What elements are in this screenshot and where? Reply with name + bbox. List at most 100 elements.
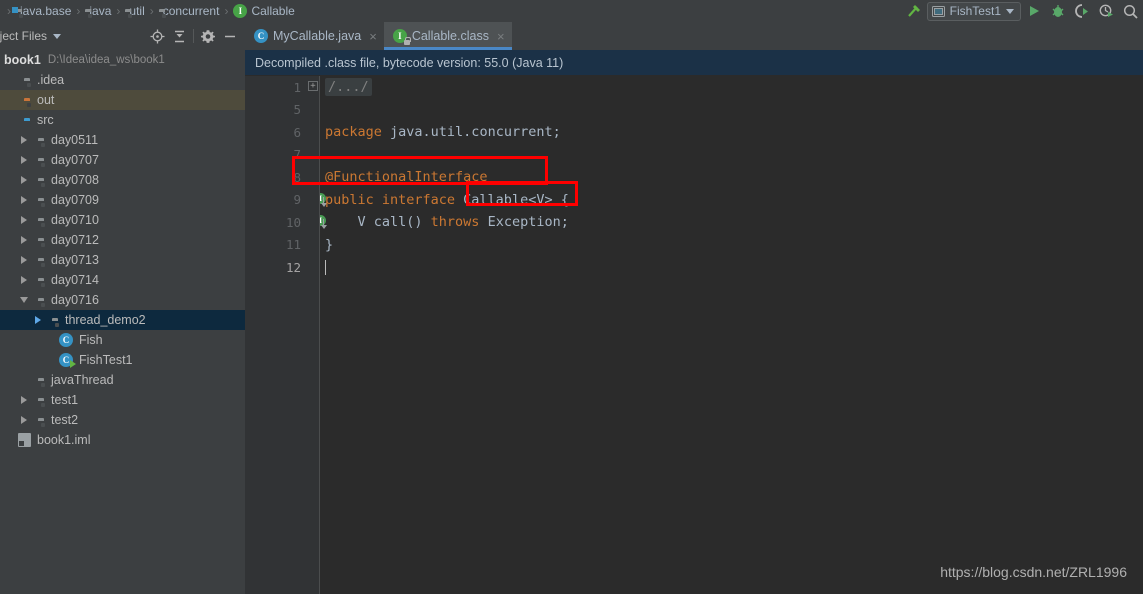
tree-row-day0707[interactable]: day0707 (0, 150, 245, 170)
expand-arrow-icon[interactable] (18, 150, 30, 170)
line-number: 5 (293, 102, 301, 118)
select-opened-file-icon[interactable] (146, 25, 168, 47)
tab-mycallable-java[interactable]: C MyCallable.java × (245, 22, 384, 50)
collapse-all-icon[interactable] (168, 25, 190, 47)
tree-item-label: book1.iml (37, 433, 91, 447)
run-with-coverage-icon[interactable] (1071, 1, 1093, 21)
expand-arrow-icon[interactable] (18, 210, 30, 230)
expand-arrow-icon[interactable] (18, 250, 30, 270)
gutter-line: 9I (245, 189, 327, 212)
project-panel-header: oject Files (0, 22, 245, 50)
tree-item-label: out (37, 93, 55, 107)
tree-row-thread-demo2[interactable]: thread_demo2 (0, 310, 245, 330)
tree-row-project-root[interactable]: book1 D:\Idea\idea_ws\book1 (0, 50, 245, 70)
editor: Decompiled .class file, bytecode version… (245, 50, 1143, 594)
code-line[interactable]: V call() throws Exception; (320, 211, 1143, 234)
expand-arrow-icon[interactable] (18, 170, 30, 190)
breadcrumb-item-util[interactable]: util (125, 0, 144, 22)
tree-row-day0709[interactable]: day0709 (0, 190, 245, 210)
tree-item-label: FishTest1 (79, 353, 133, 367)
tree-row-day0710[interactable]: day0710 (0, 210, 245, 230)
interface-locked-icon: I (392, 29, 411, 45)
gutter-line: 1 (245, 76, 307, 99)
breadcrumb-item-java[interactable]: java (85, 0, 111, 22)
code-line[interactable]: @FunctionalInterface (320, 166, 1143, 189)
code-line[interactable]: public interface Callable<V> { (320, 189, 1143, 212)
code-token: package (325, 124, 382, 141)
run-configuration-selector[interactable]: FishTest1 (926, 1, 1021, 21)
tree-row-fishtest1[interactable]: C FishTest1 (0, 350, 245, 370)
expand-arrow-icon[interactable] (18, 230, 30, 250)
tree-item-label: .idea (37, 73, 65, 87)
tree-row-book1-iml[interactable]: book1.iml (0, 430, 245, 450)
line-number: 8 (293, 169, 301, 185)
tree-item-label: day0712 (51, 233, 99, 247)
project-tree[interactable]: book1 D:\Idea\idea_ws\book1 .idea out src d… (0, 50, 245, 594)
tree-arrow-placeholder (4, 430, 16, 450)
search-icon[interactable] (1119, 1, 1141, 21)
chevron-down-icon[interactable] (53, 33, 62, 39)
code-area[interactable]: 1 5 6 7 8 9 I 10 I 11 12 + /.../ package java.util.… (245, 76, 1143, 594)
code-line[interactable]: package java.util.concurrent; (320, 121, 1143, 144)
close-icon[interactable]: × (497, 30, 505, 43)
tree-row-day0712[interactable]: day0712 (0, 230, 245, 250)
tree-row-fish[interactable]: C Fish (0, 330, 245, 350)
tree-item-label: test2 (51, 413, 79, 427)
run-icon[interactable] (1023, 1, 1045, 21)
tree-row-day0708[interactable]: day0708 (0, 170, 245, 190)
tree-item-label: day0713 (51, 253, 99, 267)
gutter-line: 12 (245, 256, 307, 279)
gutter-line: 8 (245, 166, 307, 189)
tree-item-label: test1 (51, 393, 79, 407)
code-line[interactable]: /.../ (320, 76, 1143, 99)
breadcrumb-separator: › (76, 4, 81, 18)
hide-panel-icon[interactable] (219, 25, 241, 47)
project-panel-title[interactable]: oject Files (0, 29, 47, 43)
collapse-arrow-icon[interactable] (18, 290, 30, 310)
tree-row-test2[interactable]: test2 (0, 410, 245, 430)
settings-gear-icon[interactable] (197, 25, 219, 47)
tree-row-day0714[interactable]: day0714 (0, 270, 245, 290)
tree-row--idea[interactable]: .idea (0, 70, 245, 90)
tree-item-label: day0708 (51, 173, 99, 187)
code-line[interactable]: } (320, 234, 1143, 257)
close-icon[interactable]: × (369, 30, 377, 43)
code-token: Exception; (479, 214, 569, 231)
code-line[interactable] (320, 256, 1143, 279)
code-token: } (325, 236, 334, 253)
code-token: throws (430, 214, 480, 231)
expand-arrow-icon[interactable] (32, 310, 44, 330)
code-line[interactable] (320, 99, 1143, 122)
code-line[interactable] (320, 144, 1143, 167)
expand-arrow-icon[interactable] (18, 390, 30, 410)
tree-row-test1[interactable]: test1 (0, 390, 245, 410)
code-lines[interactable]: /.../ package java.util.concurrent; @Funct… (320, 76, 1143, 594)
debug-icon[interactable] (1047, 1, 1069, 21)
editor-gutter[interactable]: 1 5 6 7 8 9 I 10 I 11 12 (245, 76, 327, 594)
expand-arrow-icon[interactable] (18, 190, 30, 210)
breadcrumb-item-callable[interactable]: I Callable (233, 0, 295, 22)
tree-row-day0511[interactable]: day0511 (0, 130, 245, 150)
expand-arrow-icon[interactable] (18, 270, 30, 290)
gutter-line: 5 (245, 99, 307, 122)
tree-item-label: Fish (79, 333, 103, 347)
decompiled-notification: Decompiled .class file, bytecode version… (245, 50, 1143, 76)
breadcrumb-item-java-base[interactable]: java.base (12, 0, 71, 22)
profile-icon[interactable] (1095, 1, 1117, 21)
fold-column[interactable]: + (307, 76, 319, 594)
tree-row-javathread[interactable]: javaThread (0, 370, 245, 390)
tree-row-day0716[interactable]: day0716 (0, 290, 245, 310)
expand-fold-icon[interactable]: + (308, 81, 318, 91)
expand-arrow-icon[interactable] (18, 130, 30, 150)
tab-callable-class[interactable]: I Callable.class × (383, 22, 512, 50)
hammer-icon[interactable] (903, 1, 925, 21)
breadcrumb-item-concurrent[interactable]: concurrent (159, 0, 220, 22)
tree-arrow-placeholder (4, 90, 16, 110)
tree-row-src[interactable]: src (0, 110, 245, 130)
line-number: 6 (293, 124, 301, 140)
tree-row-out[interactable]: out (0, 90, 245, 110)
folded-comment[interactable]: /.../ (325, 78, 372, 97)
expand-arrow-icon[interactable] (18, 410, 30, 430)
breadcrumb-separator: › (149, 4, 154, 18)
tree-row-day0713[interactable]: day0713 (0, 250, 245, 270)
